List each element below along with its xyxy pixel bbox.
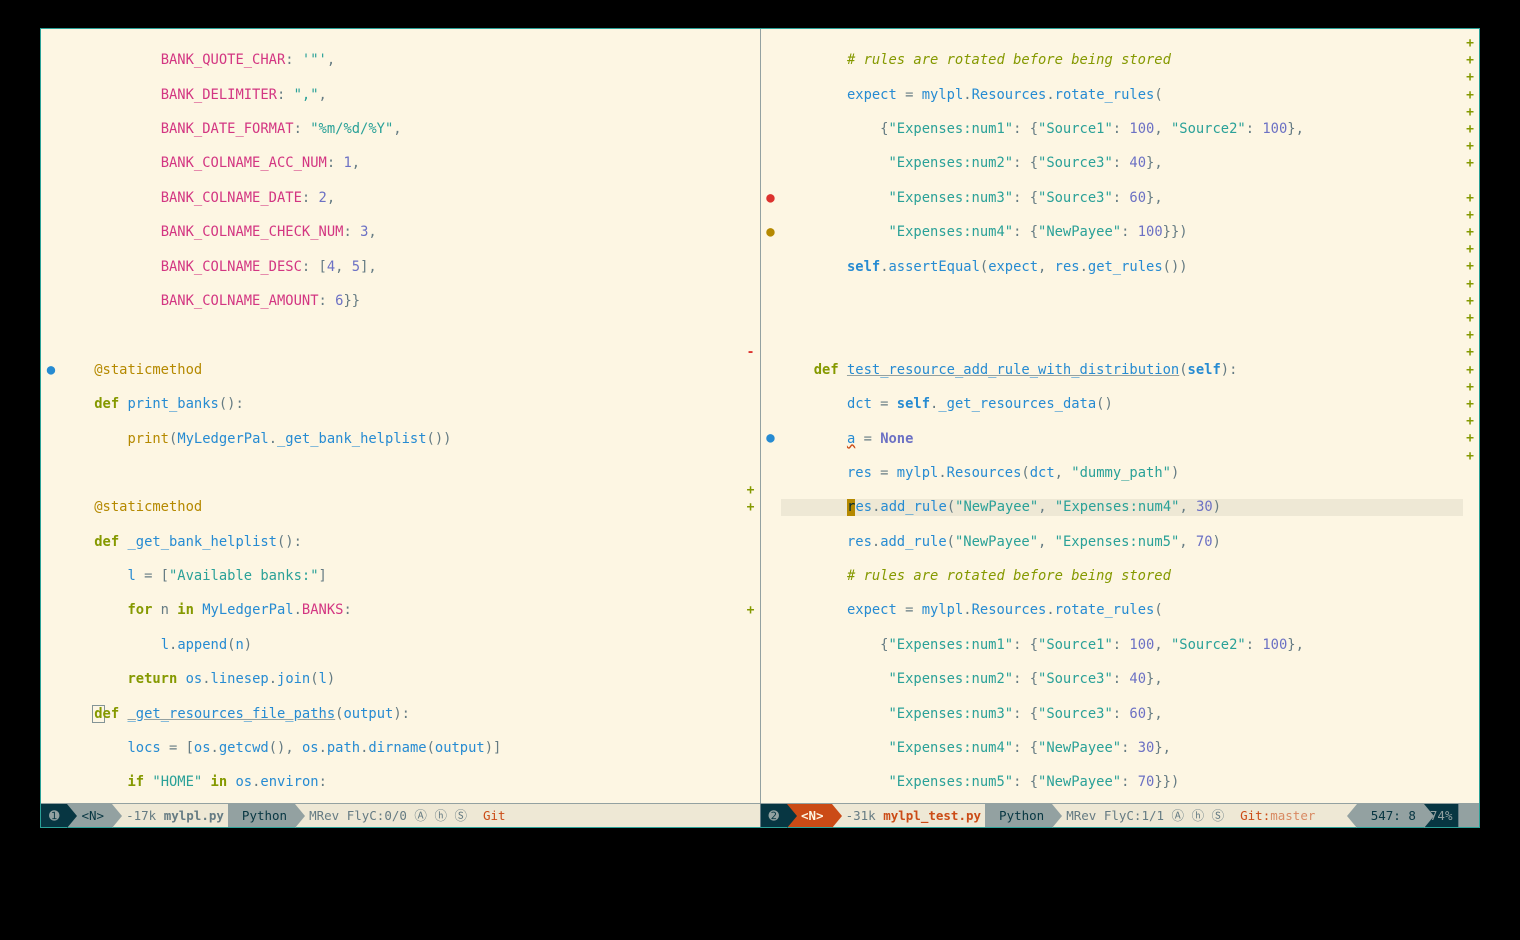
current-line-highlight: res.add_rule("NewPayee", "Expenses:num4"… <box>781 499 1464 516</box>
emacs-frame: ● BANK_QUOTE_CHAR: '"', BANK_DELIMITER: … <box>40 28 1480 828</box>
modeline-row: ➊ <N> - 17k mylpl.py Python MRev FlyC:0/… <box>41 803 1479 827</box>
fn-get-bank-helplist: _get_bank_helplist <box>127 534 277 550</box>
major-mode[interactable]: Python <box>228 804 295 827</box>
decorator: @staticmethod <box>94 362 202 378</box>
major-mode[interactable]: Python <box>985 804 1052 827</box>
buffer-info[interactable]: - 17k mylpl.py <box>112 804 232 827</box>
left-pane[interactable]: ● BANK_QUOTE_CHAR: '"', BANK_DELIMITER: … <box>41 29 760 803</box>
scroll-indicator[interactable] <box>1458 804 1479 827</box>
error-marker[interactable]: ● <box>761 190 781 207</box>
diff-added-marker: + <box>744 482 758 499</box>
window-number: ➊ <box>41 804 67 827</box>
diff-removed-marker: - <box>744 344 758 361</box>
right-code-area[interactable]: # rules are rotated before being stored … <box>781 29 1464 803</box>
fn-test-add-rule-dist: test_resource_add_rule_with_distribution <box>847 362 1179 378</box>
modeline-left[interactable]: ➊ <N> - 17k mylpl.py Python MRev FlyC:0/… <box>41 803 760 827</box>
position: 547: 8 <box>1357 804 1424 827</box>
split-panes: ● BANK_QUOTE_CHAR: '"', BANK_DELIMITER: … <box>41 29 1479 803</box>
modeline-right[interactable]: ➋ <N> - 31k mylpl_test.py Python MRev Fl… <box>760 803 1480 827</box>
warning-marker[interactable]: ● <box>761 224 781 241</box>
vcs-info[interactable]: Git:master <box>1232 804 1323 827</box>
left-fringe: ● <box>41 29 61 803</box>
fn-print-banks: print_banks <box>127 396 218 412</box>
left-code-area[interactable]: BANK_QUOTE_CHAR: '"', BANK_DELIMITER: ",… <box>61 29 744 803</box>
fn-get-resources-file-paths: _get_resources_file_paths <box>127 706 335 722</box>
left-right-fringe: - + + + <box>744 29 760 803</box>
vcs-info[interactable]: Git <box>475 804 514 827</box>
right-right-fringe: ++++ ++++ ++++ ++++ ++++ ++++ <box>1463 29 1479 803</box>
buffer-info[interactable]: - 31k mylpl_test.py <box>832 804 989 827</box>
right-fringe: ● ● ● <box>761 29 781 803</box>
minor-modes[interactable]: MRev FlyC:1/1 Ⓐ ⓗ Ⓢ <box>1052 804 1232 827</box>
right-pane[interactable]: ● ● ● # rules are rotated before being s… <box>760 29 1480 803</box>
breakpoint-marker[interactable]: ● <box>761 430 781 447</box>
minor-modes[interactable]: MRev FlyC:0/0 Ⓐ ⓗ Ⓢ <box>295 804 475 827</box>
window-number: ➋ <box>761 804 787 827</box>
breakpoint-marker[interactable]: ● <box>41 362 61 379</box>
